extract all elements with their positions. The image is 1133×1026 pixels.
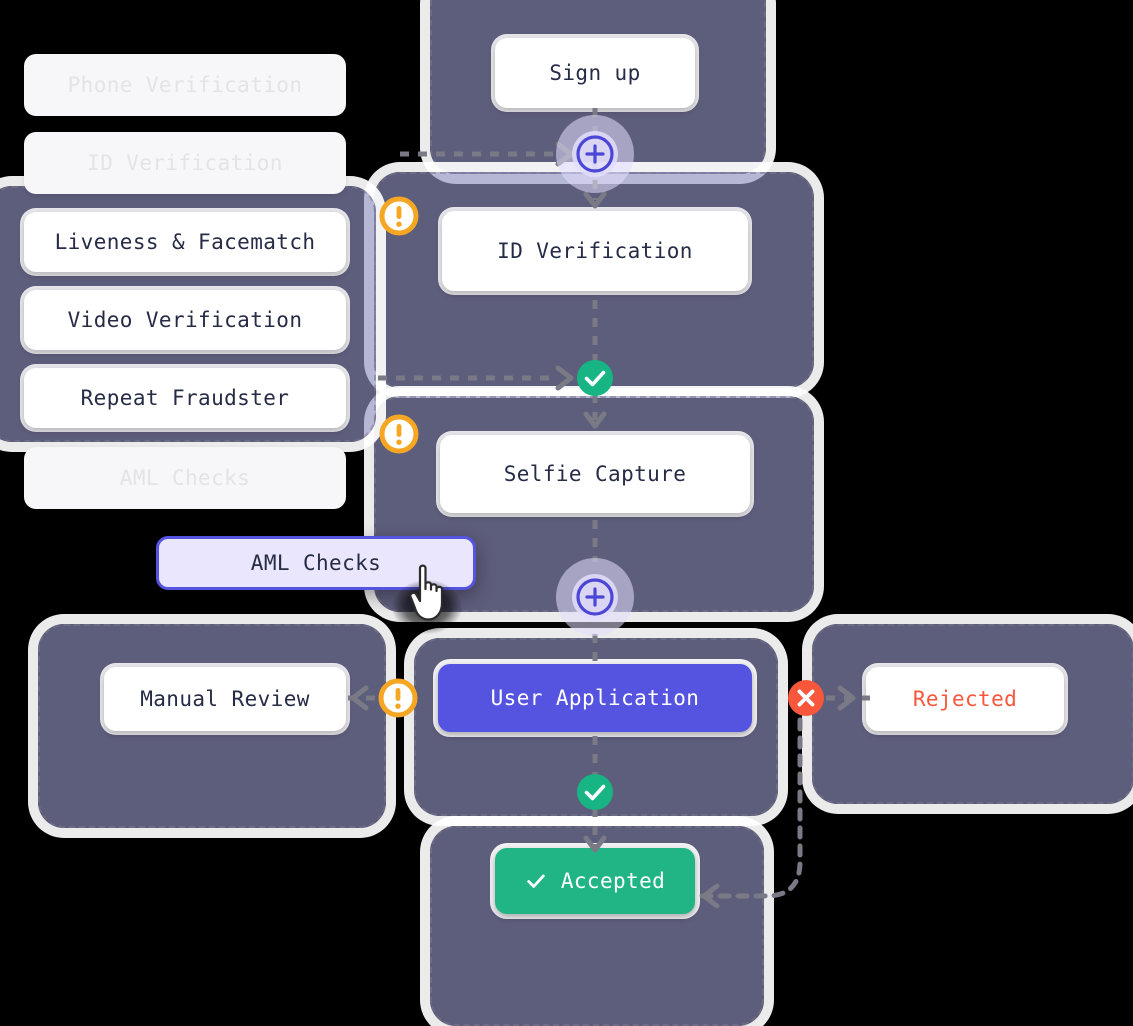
error-x-icon xyxy=(788,680,824,716)
success-badge-id-verification[interactable] xyxy=(576,359,614,397)
check-icon xyxy=(527,874,545,888)
node-manual-review[interactable]: Manual Review xyxy=(104,667,346,731)
success-check-icon xyxy=(577,360,613,396)
add-node-handle-inner xyxy=(572,574,618,620)
warning-badge-id-verification[interactable] xyxy=(379,196,419,236)
palette-item-label: Video Verification xyxy=(67,308,303,332)
node-user-application[interactable]: User Application xyxy=(438,664,752,732)
node-label: Rejected xyxy=(912,687,1018,711)
warning-icon xyxy=(378,678,418,718)
node-label: Manual Review xyxy=(140,687,310,711)
palette-item-label: ID Verification xyxy=(87,151,283,175)
error-badge-rejected[interactable] xyxy=(787,679,825,717)
add-node-handle-after-signup[interactable] xyxy=(556,115,634,193)
palette-item-aml-checks[interactable]: AML Checks xyxy=(24,447,346,509)
node-rejected[interactable]: Rejected xyxy=(866,667,1064,731)
warning-icon xyxy=(379,414,419,454)
warning-badge-user-application[interactable] xyxy=(378,678,418,718)
node-accepted[interactable]: Accepted xyxy=(495,848,695,914)
plus-circle-icon xyxy=(576,135,614,173)
palette-item-label: Liveness & Facematch xyxy=(54,230,316,254)
node-signup[interactable]: Sign up xyxy=(495,38,695,108)
palette-item-repeat-fraudster[interactable]: Repeat Fraudster xyxy=(24,368,346,428)
node-label: ID Verification xyxy=(497,239,693,263)
node-label: User Application xyxy=(490,686,700,710)
success-check-icon xyxy=(577,774,613,810)
node-label: Sign up xyxy=(549,61,641,85)
palette-item-phone-verification[interactable]: Phone Verification xyxy=(24,54,346,116)
palette-item-video-verification[interactable]: Video Verification xyxy=(24,290,346,350)
warning-badge-selfie-capture[interactable] xyxy=(379,414,419,454)
node-label: Selfie Capture xyxy=(503,462,687,486)
success-badge-user-application[interactable] xyxy=(576,773,614,811)
palette-item-label: AML Checks xyxy=(119,466,251,490)
node-selfie-capture[interactable]: Selfie Capture xyxy=(440,435,750,513)
pointer-hand-cursor xyxy=(409,564,444,621)
palette-item-liveness-facematch[interactable]: Liveness & Facematch xyxy=(24,212,346,272)
node-label: Accepted xyxy=(560,869,666,893)
plus-circle-icon xyxy=(576,578,614,616)
add-node-handle-inner xyxy=(572,131,618,177)
dragged-node-label: AML Checks xyxy=(250,551,382,575)
warning-icon xyxy=(379,196,419,236)
flow-canvas[interactable]: Phone Verification ID Verification Liven… xyxy=(0,0,1133,1026)
palette-item-label: Phone Verification xyxy=(67,73,303,97)
palette-item-label: Repeat Fraudster xyxy=(80,386,290,410)
add-node-handle-after-selfie-capture[interactable] xyxy=(556,558,634,636)
palette-item-id-verification[interactable]: ID Verification xyxy=(24,132,346,194)
node-id-verification[interactable]: ID Verification xyxy=(442,211,748,291)
